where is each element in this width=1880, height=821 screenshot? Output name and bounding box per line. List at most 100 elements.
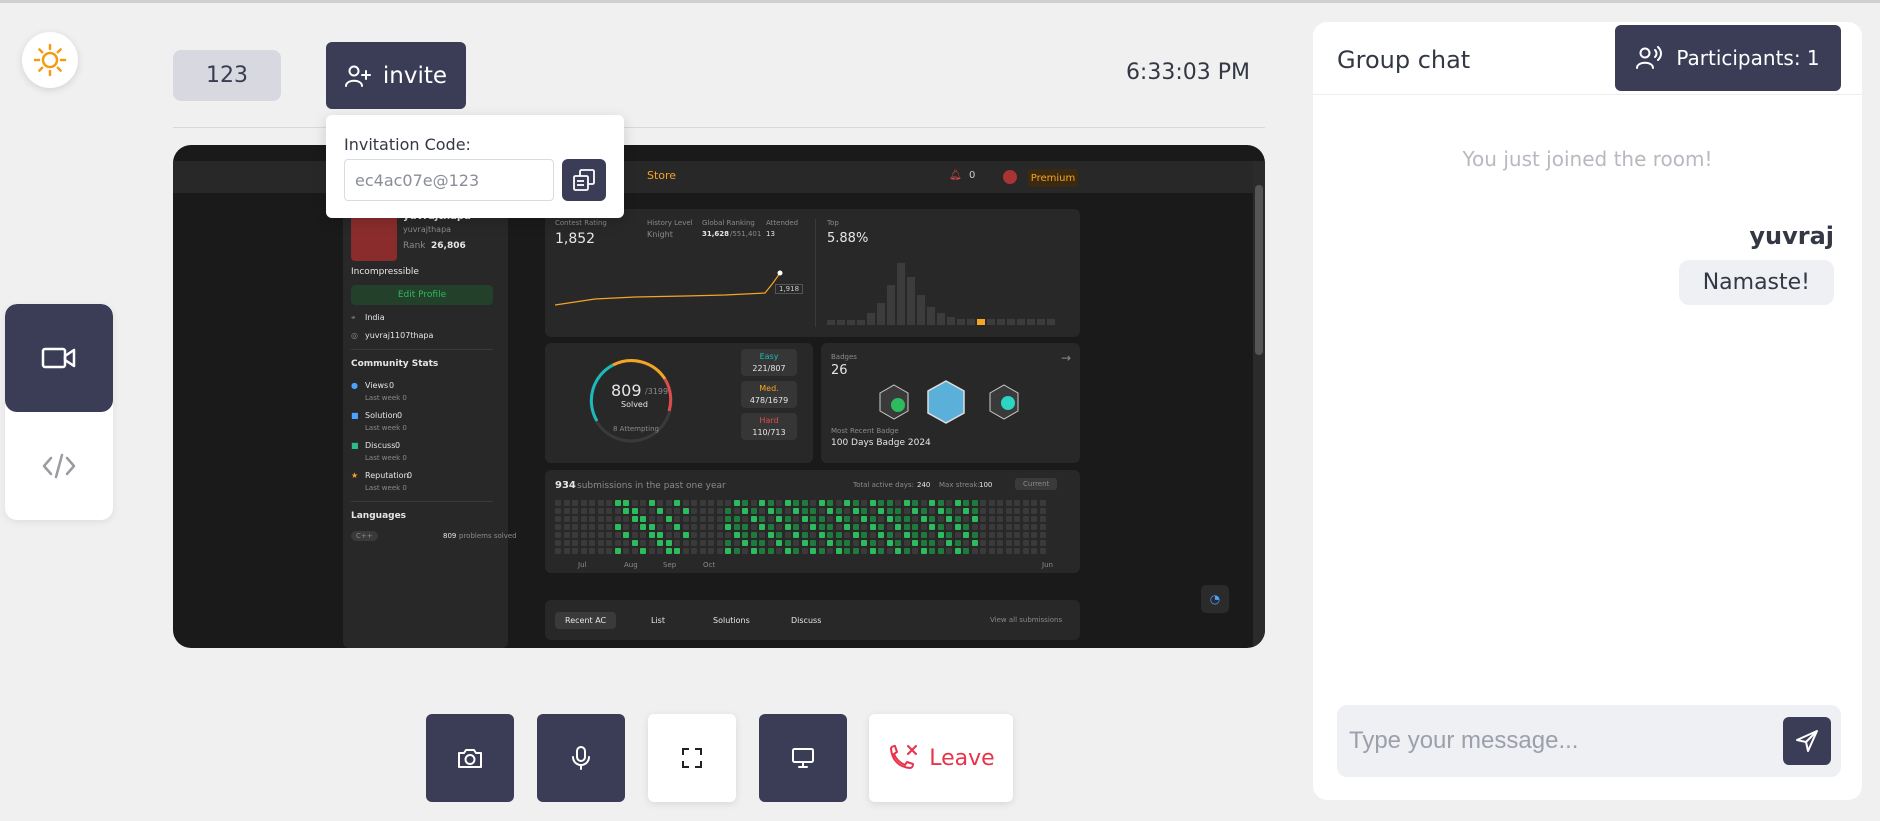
- heatmap-cell: [572, 516, 578, 522]
- heatmap-cell: [946, 540, 952, 546]
- heatmap-cell: [750, 532, 757, 538]
- heatmap-cell: [767, 508, 774, 514]
- histogram-bar: [997, 319, 1005, 325]
- notif-count: 0: [969, 170, 976, 181]
- participants-button[interactable]: Participants: 1: [1615, 25, 1841, 91]
- histogram-bar: [867, 313, 875, 325]
- heatmap-cell: [623, 524, 629, 530]
- heatmap-cell: [954, 548, 961, 554]
- phone-hangup-icon: [890, 745, 918, 769]
- solved-total: /3199: [645, 387, 669, 396]
- heatmap-cell: [733, 540, 740, 546]
- invite-label: invite: [382, 62, 448, 89]
- profile-bio: Incompressible: [351, 267, 419, 277]
- heatmap-cell: [861, 532, 867, 538]
- heatmap-cell: [648, 524, 655, 530]
- badges-count: 26: [831, 363, 848, 378]
- heatmap-cell: [555, 508, 561, 514]
- heatmap-cell: [810, 500, 816, 506]
- heatmap-cell: [623, 548, 629, 554]
- heatmap-cell: [657, 500, 663, 506]
- heatmap-cell: [572, 524, 578, 530]
- heatmap-cell: [716, 524, 723, 530]
- message-sender: yuvraj: [1749, 222, 1834, 250]
- heatmap-cell: [631, 508, 638, 514]
- message-input[interactable]: [1349, 719, 1769, 763]
- heatmap-cell: [980, 548, 986, 554]
- heatmap-cell: [657, 524, 663, 530]
- heatmap-cell: [750, 516, 757, 522]
- submission-count: 934: [555, 480, 576, 491]
- heatmap-cell: [699, 548, 706, 554]
- heatmap-cell: [631, 540, 638, 546]
- heatmap-cell: [1031, 508, 1037, 514]
- screen-share-button[interactable]: [759, 714, 847, 802]
- heatmap-cell: [895, 516, 901, 522]
- profile-card: yuvrajthapa yuvrajthapa Rank 26,806 Inco…: [343, 201, 517, 648]
- heatmap-cell: [725, 524, 731, 530]
- heatmap-cell: [589, 524, 595, 530]
- camera-icon: [458, 749, 482, 768]
- heatmap-cell: [886, 524, 893, 530]
- heatmap-cell: [776, 532, 782, 538]
- history-value: Knight: [647, 230, 673, 239]
- heatmap-cell: [750, 548, 757, 554]
- view-all-link: View all submissions: [990, 616, 1063, 624]
- heatmap-cell: [657, 540, 663, 546]
- copy-code-button[interactable]: [562, 159, 606, 201]
- heatmap-cell: [606, 524, 612, 530]
- heatmap-cell: [648, 532, 655, 538]
- leave-label: Leave: [929, 745, 995, 771]
- heatmap-cell: [640, 524, 646, 530]
- heatmap-cell: [810, 548, 816, 554]
- attended-value: 13: [766, 230, 775, 238]
- leave-button[interactable]: Leave: [869, 714, 1013, 802]
- heatmap-cell: [563, 500, 570, 506]
- heatmap-cell: [725, 508, 731, 514]
- heatmap-cell: [946, 516, 952, 522]
- stat-sub: Last week 0: [365, 394, 407, 402]
- heatmap-cell: [835, 548, 842, 554]
- rank-value: 26,806: [431, 241, 466, 251]
- microphone-icon: [572, 746, 590, 770]
- invite-button[interactable]: invite: [326, 42, 466, 109]
- heatmap-cell: [555, 524, 561, 530]
- heatmap-cell: [776, 524, 782, 530]
- theme-toggle-button[interactable]: [22, 32, 78, 88]
- heatmap-cell: [827, 500, 833, 506]
- arrow-right-icon: →: [1061, 351, 1072, 365]
- heatmap-cell: [614, 524, 621, 530]
- heatmap-cell: [742, 516, 748, 522]
- heatmap-cell: [861, 524, 867, 530]
- heatmap-cell: [997, 516, 1003, 522]
- camera-button[interactable]: [426, 714, 514, 802]
- video-mode-button[interactable]: [5, 304, 113, 412]
- heatmap-cell: [1039, 532, 1046, 538]
- heatmap-cell: [844, 508, 850, 514]
- send-button[interactable]: [1783, 717, 1831, 765]
- heatmap-cell: [852, 540, 859, 546]
- heatmap-cell: [572, 548, 578, 554]
- heatmap-cell: [912, 548, 918, 554]
- invitation-code-field[interactable]: ec4ac07e@123: [344, 159, 554, 201]
- fullscreen-button[interactable]: [648, 714, 736, 802]
- heatmap-cell: [827, 524, 833, 530]
- code-mode-button[interactable]: [5, 412, 113, 520]
- heatmap-cell: [1039, 540, 1046, 546]
- heatmap-cell: [674, 500, 680, 506]
- histogram-bar: [1027, 319, 1035, 325]
- heatmap-cell: [784, 516, 791, 522]
- heatmap-cell: [980, 508, 986, 514]
- rating-line-chart: [555, 270, 783, 306]
- heatmap-cell: [886, 508, 893, 514]
- attended-label: Attended: [766, 219, 799, 227]
- heatmap-cell: [954, 532, 961, 538]
- heatmap-cell: [878, 540, 884, 546]
- language-count-label: problems solved: [459, 532, 517, 540]
- heatmap-cell: [997, 508, 1003, 514]
- code-icon: [42, 453, 76, 479]
- top-percent: 5.88%: [827, 231, 869, 246]
- leetcode-store-link: Store: [647, 169, 677, 182]
- heatmap-cell: [920, 516, 927, 522]
- microphone-button[interactable]: [537, 714, 625, 802]
